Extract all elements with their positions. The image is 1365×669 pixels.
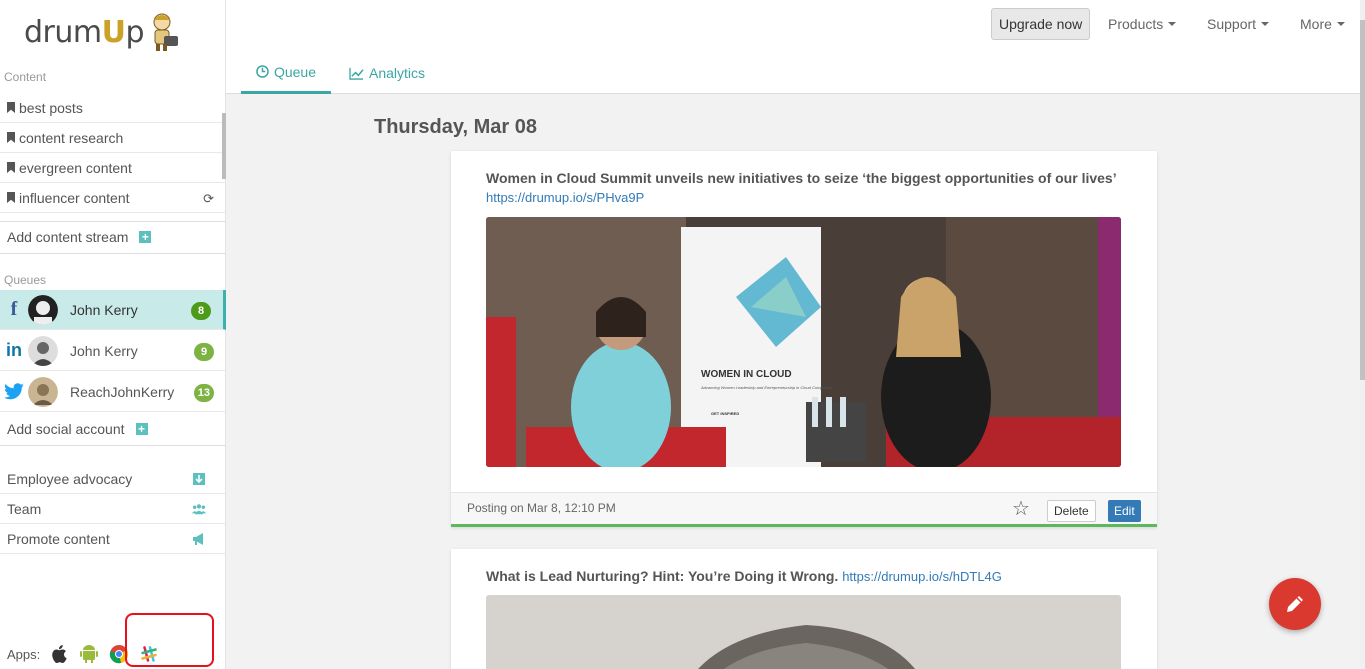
caret-down-icon xyxy=(1336,22,1345,26)
team-link[interactable]: Team xyxy=(0,494,226,524)
avatar xyxy=(28,376,58,407)
bookmark-icon xyxy=(7,192,15,203)
post-card: What is Lead Nurturing? Hint: You’re Doi… xyxy=(451,549,1157,669)
stream-label: content research xyxy=(19,129,124,146)
avatar xyxy=(28,335,58,366)
stream-item-best-posts[interactable]: best posts xyxy=(0,93,226,123)
plus-icon: + xyxy=(139,231,152,243)
mascot-icon xyxy=(153,13,179,51)
twitter-icon xyxy=(4,382,24,399)
queue-item-twitter[interactable]: ReachJohnKerry 13 xyxy=(0,372,226,412)
post-link[interactable]: https://drumup.io/s/hDTL4G xyxy=(842,569,1002,584)
upgrade-now-button[interactable]: Upgrade now xyxy=(991,8,1091,40)
support-menu[interactable]: Support xyxy=(1207,8,1270,40)
tool-label: Promote content xyxy=(7,530,110,547)
banner-item: GET INSPIRED xyxy=(711,411,739,416)
add-stream-label: Add content stream xyxy=(7,229,129,245)
stream-label: best posts xyxy=(19,99,83,116)
queue-name: John Kerry xyxy=(70,301,138,318)
caret-down-icon xyxy=(1168,22,1177,26)
avatar xyxy=(28,294,58,325)
highlight-annotation xyxy=(125,613,214,667)
posting-time: Posting on Mar 8, 12:10 PM xyxy=(467,501,616,515)
stream-item-evergreen-content[interactable]: evergreen content xyxy=(0,153,226,183)
queue-name: John Kerry xyxy=(70,342,138,359)
queue-item-facebook[interactable]: f John Kerry 8 xyxy=(0,290,226,330)
bookmark-icon xyxy=(7,162,15,173)
post-link[interactable]: https://drumup.io/s/PHva9P xyxy=(486,190,644,205)
queue-count-badge: 13 xyxy=(193,384,214,402)
tab-label: Queue xyxy=(273,63,316,80)
delete-button[interactable]: Delete xyxy=(1047,500,1096,522)
post-footer: Posting on Mar 8, 12:10 PM ☆ Delete Edit xyxy=(451,492,1157,527)
star-icon[interactable]: ☆ xyxy=(1012,496,1030,521)
content-section-label: Content xyxy=(4,70,47,84)
queue-item-linkedin[interactable]: in John Kerry 9 xyxy=(0,331,226,371)
compose-button[interactable] xyxy=(1269,578,1321,630)
android-icon[interactable] xyxy=(78,643,100,665)
queue-count-badge: 9 xyxy=(194,343,214,361)
divider xyxy=(0,253,226,254)
linkedin-icon: in xyxy=(6,340,22,360)
sidebar: drumUp Content best posts content resear… xyxy=(0,0,226,669)
queue-count-badge: 8 xyxy=(191,302,211,320)
facebook-icon: f xyxy=(10,298,18,320)
stream-label: evergreen content xyxy=(19,159,132,176)
add-social-label: Add social account xyxy=(7,421,125,437)
pencil-icon xyxy=(1287,596,1303,612)
post-photo: WOMEN IN CLOUD Advancing Women Leadershi… xyxy=(486,217,1121,467)
scrollbar-thumb[interactable] xyxy=(1360,20,1365,380)
post-photo xyxy=(486,595,1121,669)
stream-label: influencer content xyxy=(19,189,130,206)
edit-button[interactable]: Edit xyxy=(1108,500,1141,522)
content-stream-list: best posts content research evergreen co… xyxy=(0,93,226,213)
tool-label: Employee advocacy xyxy=(7,470,133,487)
clock-icon xyxy=(256,65,269,78)
download-icon xyxy=(193,473,205,485)
stream-item-content-research[interactable]: content research xyxy=(0,123,226,153)
products-label: Products xyxy=(1108,16,1164,32)
divider xyxy=(0,445,226,446)
post-title: Women in Cloud Summit unveils new initia… xyxy=(486,170,1117,186)
logo-text: drumUp xyxy=(24,14,145,50)
post-title-text: What is Lead Nurturing? Hint: You’re Doi… xyxy=(486,568,839,584)
post-image[interactable] xyxy=(486,595,1121,669)
queues-section-label: Queues xyxy=(4,273,47,287)
tab-queue[interactable]: Queue xyxy=(241,52,331,94)
queue-date-heading: Thursday, Mar 08 xyxy=(374,116,538,138)
apple-icon[interactable] xyxy=(48,643,70,665)
apps-label: Apps: xyxy=(7,646,41,662)
products-menu[interactable]: Products xyxy=(1108,8,1177,40)
post-card: Women in Cloud Summit unveils new initia… xyxy=(451,151,1157,527)
more-label: More xyxy=(1300,16,1332,32)
post-title: What is Lead Nurturing? Hint: You’re Doi… xyxy=(486,568,1002,584)
support-label: Support xyxy=(1207,16,1257,32)
add-social-account-button[interactable]: Add social account + xyxy=(0,414,226,444)
tool-label: Team xyxy=(7,500,42,517)
bookmark-icon xyxy=(7,132,15,143)
post-image[interactable]: WOMEN IN CLOUD Advancing Women Leadershi… xyxy=(486,217,1121,467)
tab-label: Analytics xyxy=(369,65,426,81)
megaphone-icon xyxy=(193,533,203,545)
plus-icon: + xyxy=(135,423,148,435)
banner-subtitle: Advancing Women Leadership and Entrepren… xyxy=(700,385,832,390)
banner-title: WOMEN IN CLOUD xyxy=(701,369,792,380)
employee-advocacy-link[interactable]: Employee advocacy xyxy=(0,464,226,494)
add-content-stream-button[interactable]: Add content stream + xyxy=(0,222,226,252)
more-menu[interactable]: More xyxy=(1300,8,1345,40)
refresh-icon[interactable]: ⟳ xyxy=(203,191,214,207)
line-chart-icon xyxy=(349,67,364,80)
tab-analytics[interactable]: Analytics xyxy=(334,52,440,94)
page-scrollbar[interactable] xyxy=(1360,0,1365,669)
queue-name: ReachJohnKerry xyxy=(70,383,175,400)
users-icon xyxy=(192,504,206,515)
stream-item-influencer-content[interactable]: influencer content ⟳ xyxy=(0,183,226,213)
drumup-logo[interactable]: drumUp xyxy=(24,10,180,54)
stream-scrollbar[interactable] xyxy=(222,113,226,179)
bookmark-icon xyxy=(7,102,15,113)
caret-down-icon xyxy=(1261,22,1270,26)
promote-content-link[interactable]: Promote content xyxy=(0,524,226,554)
top-bar: Upgrade now Products Support More Queue … xyxy=(226,0,1365,94)
